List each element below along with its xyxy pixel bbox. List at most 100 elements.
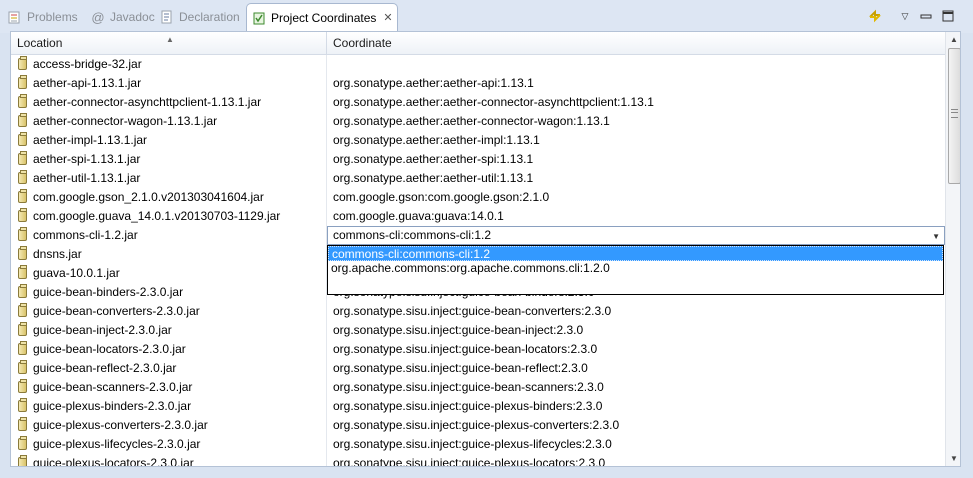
jar-icon (18, 398, 27, 412)
coordinate-cell[interactable]: org.sonatype.aether:aether-connector-asy… (327, 93, 945, 112)
dropdown-option[interactable]: commons-cli:commons-cli:1.2 (328, 246, 943, 261)
coordinate-cell[interactable] (327, 55, 945, 74)
jar-icon (18, 132, 27, 146)
column-header-coordinate-label: Coordinate (333, 36, 392, 50)
tab-project-coordinates[interactable]: Project Coordinates ✕ (246, 3, 398, 31)
coordinate-cell[interactable]: org.sonatype.aether:aether-connector-wag… (327, 112, 945, 131)
coordinate-cell[interactable]: org.sonatype.sisu.inject:guice-bean-scan… (327, 378, 945, 397)
location-text: guice-bean-reflect-2.3.0.jar (33, 361, 177, 375)
tab-javadoc[interactable]: @ Javadoc (91, 5, 154, 29)
tab-declaration[interactable]: Declaration (160, 5, 240, 29)
minimize-icon[interactable] (918, 8, 934, 24)
location-cell: aether-util-1.13.1.jar (11, 169, 327, 188)
table-row[interactable]: commons-cli-1.2.jar commons-cli:commons-c… (11, 226, 945, 245)
dropdown-option[interactable]: org.apache.commons:org.apache.commons.cl… (328, 261, 943, 276)
table-row[interactable]: guice-bean-locators-2.3.0.jar org.sonatyp… (11, 340, 945, 359)
location-cell: com.google.guava_14.0.1.v20130703-1129.j… (11, 207, 327, 226)
jar-icon (18, 379, 27, 393)
scrollbar-thumb[interactable] (948, 48, 960, 184)
table-row[interactable]: guice-plexus-lifecycles-2.3.0.jar org.son… (11, 435, 945, 454)
problems-icon (8, 10, 22, 24)
table-row[interactable]: guice-bean-scanners-2.3.0.jar org.sonatyp… (11, 378, 945, 397)
location-cell: aether-connector-asynchttpclient-1.13.1.… (11, 93, 327, 112)
coordinate-cell[interactable]: org.sonatype.sisu.inject:guice-plexus-bi… (327, 397, 945, 416)
table-row[interactable]: aether-spi-1.13.1.jar org.sonatype.aether… (11, 150, 945, 169)
sort-ascending-icon: ▲ (166, 35, 174, 44)
location-text: aether-api-1.13.1.jar (33, 76, 142, 90)
jar-icon (18, 246, 27, 260)
column-header-location[interactable]: Location ▲ (11, 32, 327, 54)
location-cell: guice-plexus-locators-2.3.0.jar (11, 454, 327, 466)
table-row[interactable]: guice-bean-converters-2.3.0.jar org.sonat… (11, 302, 945, 321)
location-cell: guice-bean-scanners-2.3.0.jar (11, 378, 327, 397)
table-row[interactable]: aether-api-1.13.1.jar org.sonatype.aether… (11, 74, 945, 93)
location-text: aether-util-1.13.1.jar (33, 171, 141, 185)
jar-icon (18, 208, 27, 222)
table-header: Location ▲ Coordinate (11, 32, 945, 55)
table-row[interactable]: guice-bean-reflect-2.3.0.jar org.sonatype… (11, 359, 945, 378)
jar-icon (18, 75, 27, 89)
sync-icon[interactable] (867, 8, 883, 24)
jar-icon (18, 322, 27, 336)
jar-icon (18, 170, 27, 184)
location-text: aether-connector-wagon-1.13.1.jar (33, 114, 218, 128)
location-cell: aether-impl-1.13.1.jar (11, 131, 327, 150)
coordinate-cell[interactable]: org.sonatype.sisu.inject:guice-bean-loca… (327, 340, 945, 359)
vertical-scrollbar[interactable]: ▲ ▼ (945, 32, 960, 466)
jar-icon (18, 56, 27, 70)
tab-project-coordinates-label: Project Coordinates (271, 10, 377, 25)
location-cell: com.google.gson_2.1.0.v201303041604.jar (11, 188, 327, 207)
location-text: guice-plexus-converters-2.3.0.jar (33, 418, 208, 432)
chevron-down-icon[interactable]: ▼ (932, 228, 940, 245)
location-text: guice-bean-inject-2.3.0.jar (33, 323, 172, 337)
location-cell: guice-plexus-lifecycles-2.3.0.jar (11, 435, 327, 454)
jar-icon (18, 227, 27, 241)
coordinate-cell[interactable]: org.sonatype.aether:aether-impl:1.13.1 (327, 131, 945, 150)
location-cell: commons-cli-1.2.jar (11, 226, 327, 245)
column-header-coordinate[interactable]: Coordinate (327, 32, 945, 54)
coordinate-cell[interactable]: com.google.gson:com.google.gson:2.1.0 (327, 188, 945, 207)
tab-problems-label: Problems (27, 10, 78, 24)
coordinate-cell[interactable]: org.sonatype.sisu.inject:guice-bean-inje… (327, 321, 945, 340)
tab-problems[interactable]: Problems (8, 5, 78, 29)
table-row[interactable]: access-bridge-32.jar (11, 55, 945, 74)
close-icon[interactable]: ✕ (383, 11, 392, 24)
coordinate-cell[interactable]: com.google.guava:guava:14.0.1 (327, 207, 945, 226)
scroll-up-icon[interactable]: ▲ (946, 32, 960, 47)
scroll-down-icon[interactable]: ▼ (946, 451, 960, 466)
table-row[interactable]: aether-impl-1.13.1.jar org.sonatype.aethe… (11, 131, 945, 150)
view-menu-icon[interactable]: ▽ (897, 8, 913, 24)
jar-icon (18, 189, 27, 203)
view-tab-bar: Problems @ Javadoc Declaration Project C… (0, 0, 973, 33)
coordinate-dropdown-list[interactable]: commons-cli:commons-cli:1.2 org.apache.co… (327, 245, 944, 295)
jar-icon (18, 341, 27, 355)
coordinate-cell[interactable]: org.sonatype.sisu.inject:guice-plexus-lo… (327, 454, 945, 466)
table-row[interactable]: aether-connector-wagon-1.13.1.jar org.son… (11, 112, 945, 131)
location-cell: guice-bean-locators-2.3.0.jar (11, 340, 327, 359)
project-coordinates-icon (252, 11, 266, 25)
location-cell: guice-plexus-binders-2.3.0.jar (11, 397, 327, 416)
jar-icon (18, 94, 27, 108)
jar-icon (18, 417, 27, 431)
coordinate-cell[interactable]: org.sonatype.sisu.inject:guice-plexus-li… (327, 435, 945, 454)
table-row[interactable]: aether-connector-asynchttpclient-1.13.1.… (11, 93, 945, 112)
location-cell: aether-api-1.13.1.jar (11, 74, 327, 93)
location-text: guice-bean-locators-2.3.0.jar (33, 342, 186, 356)
coordinate-cell[interactable]: org.sonatype.sisu.inject:guice-plexus-co… (327, 416, 945, 435)
table-row[interactable]: com.google.gson_2.1.0.v201303041604.jar c… (11, 188, 945, 207)
coordinate-combo[interactable]: commons-cli:commons-cli:1.2 ▼ (327, 226, 945, 245)
table-row[interactable]: aether-util-1.13.1.jar org.sonatype.aethe… (11, 169, 945, 188)
coordinate-cell[interactable]: org.sonatype.aether:aether-spi:1.13.1 (327, 150, 945, 169)
table-row[interactable]: guice-bean-inject-2.3.0.jar org.sonatype.… (11, 321, 945, 340)
maximize-icon[interactable] (940, 8, 956, 24)
coordinate-cell[interactable]: org.sonatype.sisu.inject:guice-bean-conv… (327, 302, 945, 321)
table-row[interactable]: guice-plexus-converters-2.3.0.jar org.son… (11, 416, 945, 435)
table-row[interactable]: guice-plexus-locators-2.3.0.jar org.sonat… (11, 454, 945, 466)
coordinate-cell[interactable]: org.sonatype.sisu.inject:guice-bean-refl… (327, 359, 945, 378)
jar-icon (18, 265, 27, 279)
table-row[interactable]: guice-plexus-binders-2.3.0.jar org.sonaty… (11, 397, 945, 416)
coordinate-cell[interactable]: org.sonatype.aether:aether-api:1.13.1 (327, 74, 945, 93)
table-row[interactable]: com.google.guava_14.0.1.v20130703-1129.j… (11, 207, 945, 226)
location-text: com.google.gson_2.1.0.v201303041604.jar (33, 190, 264, 204)
coordinate-cell[interactable]: org.sonatype.aether:aether-util:1.13.1 (327, 169, 945, 188)
